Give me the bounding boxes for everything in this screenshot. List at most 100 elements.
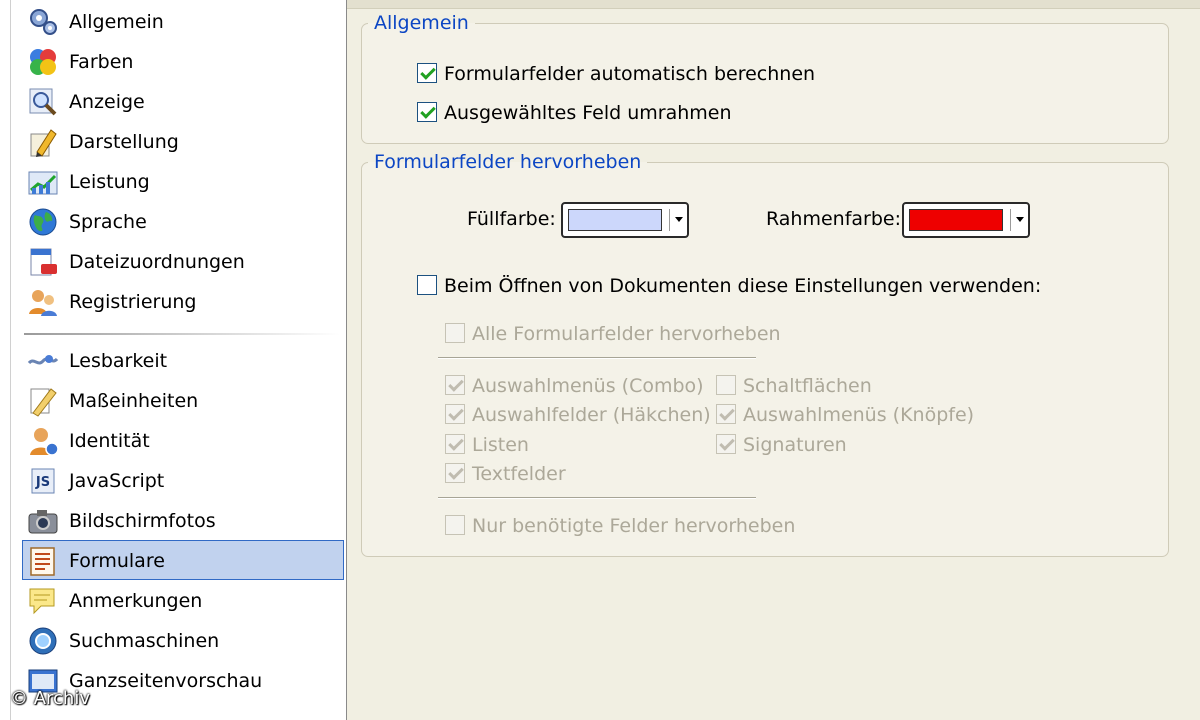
signatures-label: Signaturen <box>743 434 847 456</box>
use-on-open-checkbox[interactable] <box>417 274 437 295</box>
sidebar-item-bildschirmfotos[interactable]: Bildschirmfotos <box>22 500 344 540</box>
radios-label: Auswahlmenüs (Knöpfe) <box>743 404 975 426</box>
sidebar-item-suchmaschinen[interactable]: Suchmaschinen <box>22 620 344 660</box>
buttons-checkbox[interactable] <box>716 374 736 395</box>
signatures-option[interactable]: Signaturen <box>716 431 847 459</box>
sidebar-edge <box>0 0 11 720</box>
sidebar-item-masseinheiten[interactable]: Maßeinheiten <box>22 380 344 420</box>
border-color-swatch <box>909 209 1003 231</box>
sidebar-item-label: Bildschirmfotos <box>69 510 216 532</box>
javascript-icon: JS <box>27 465 59 497</box>
color-balls-icon <box>27 46 59 78</box>
sidebar-divider <box>24 333 340 335</box>
lists-option[interactable]: Listen <box>445 431 529 459</box>
category-list-secondary: Lesbarkeit Maßeinheiten Identität JS Jav… <box>22 340 344 700</box>
lists-label: Listen <box>472 434 529 456</box>
sidebar-item-lesbarkeit[interactable]: Lesbarkeit <box>22 340 344 380</box>
required-only-checkbox[interactable] <box>445 514 465 535</box>
all-fields-checkbox[interactable] <box>445 322 465 343</box>
required-only-option[interactable]: Nur benötigte Felder hervorheben <box>445 512 795 540</box>
sidebar-item-label: Formulare <box>69 550 165 572</box>
textfields-label: Textfelder <box>472 463 566 485</box>
buttons-option[interactable]: Schaltflächen <box>716 372 872 400</box>
sidebar-item-label: Dateizuordnungen <box>69 251 245 273</box>
sidebar-item-label: Suchmaschinen <box>69 630 220 652</box>
camera-icon <box>27 505 59 537</box>
magnifier-icon <box>27 86 59 118</box>
performance-chart-icon <box>27 166 59 198</box>
textfields-checkbox[interactable] <box>445 462 465 483</box>
checkboxes-checkbox[interactable] <box>445 403 465 424</box>
sidebar-item-farben[interactable]: Farben <box>22 41 344 81</box>
sidebar-item-label: Identität <box>69 430 150 452</box>
globe-icon <box>27 206 59 238</box>
lists-checkbox[interactable] <box>445 433 465 454</box>
categories-sidebar: Allgemein Farben Anzeige Darstellung Lei… <box>0 0 347 720</box>
panel-top-border <box>347 0 1200 9</box>
fill-color-dropdown[interactable] <box>561 202 689 238</box>
combo-option[interactable]: Auswahlmenüs (Combo) <box>445 372 704 400</box>
sidebar-item-label: Farben <box>69 51 134 73</box>
sidebar-item-label: Allgemein <box>69 11 164 33</box>
sidebar-item-label: Anzeige <box>69 91 145 113</box>
sidebar-item-identitaet[interactable]: Identität <box>22 420 344 460</box>
fill-color-swatch <box>568 209 662 231</box>
checkboxes-option[interactable]: Auswahlfelder (Häkchen) <box>445 401 711 429</box>
sidebar-item-label: Ganzseitenvorschau <box>69 670 263 692</box>
use-on-open-option[interactable]: Beim Öffnen von Dokumenten diese Einstel… <box>417 272 1041 300</box>
frame-field-label: Ausgewähltes Feld umrahmen <box>444 102 732 124</box>
settings-panel: Allgemein Formularfelder automatisch ber… <box>347 0 1200 720</box>
category-list-main: Allgemein Farben Anzeige Darstellung Lei… <box>22 1 344 321</box>
sidebar-item-label: Maßeinheiten <box>69 390 199 412</box>
checkboxes-label: Auswahlfelder (Häkchen) <box>472 404 711 426</box>
sidebar-item-label: Sprache <box>69 211 147 233</box>
search-engine-icon <box>27 625 59 657</box>
sidebar-item-allgemein[interactable]: Allgemein <box>22 1 344 41</box>
sidebar-item-label: Anmerkungen <box>69 590 203 612</box>
required-only-label: Nur benötigte Felder hervorheben <box>472 515 796 537</box>
auto-calculate-checkbox[interactable] <box>417 62 437 83</box>
sidebar-item-anzeige[interactable]: Anzeige <box>22 81 344 121</box>
radios-option[interactable]: Auswahlmenüs (Knöpfe) <box>716 401 974 429</box>
users-icon <box>27 286 59 318</box>
sidebar-item-anmerkungen[interactable]: Anmerkungen <box>22 580 344 620</box>
sidebar-item-label: Leistung <box>69 171 150 193</box>
all-fields-label: Alle Formularfelder hervorheben <box>472 323 781 345</box>
sidebar-item-label: Darstellung <box>69 131 179 153</box>
sidebar-item-sprache[interactable]: Sprache <box>22 201 344 241</box>
all-fields-option[interactable]: Alle Formularfelder hervorheben <box>445 320 781 348</box>
border-color-dropdown[interactable] <box>902 202 1030 238</box>
sidebar-item-label: Lesbarkeit <box>69 350 168 372</box>
textfields-option[interactable]: Textfelder <box>445 460 566 488</box>
gears-icon <box>27 6 59 38</box>
sidebar-item-darstellung[interactable]: Darstellung <box>22 121 344 161</box>
sidebar-item-formulare[interactable]: Formulare <box>22 540 344 580</box>
frame-field-checkbox[interactable] <box>417 101 437 122</box>
sidebar-item-registrierung[interactable]: Registrierung <box>22 281 344 321</box>
note-icon <box>27 585 59 617</box>
form-icon <box>27 545 59 577</box>
separator-line <box>438 497 756 499</box>
border-color-label: Rahmenfarbe: <box>766 208 902 230</box>
ruler-icon <box>27 385 59 417</box>
combo-label: Auswahlmenüs (Combo) <box>472 375 704 397</box>
combo-checkbox[interactable] <box>445 374 465 395</box>
sidebar-item-javascript[interactable]: JS JavaScript <box>22 460 344 500</box>
frame-field-option[interactable]: Ausgewähltes Feld umrahmen <box>417 99 732 127</box>
chevron-down-icon <box>1016 217 1024 222</box>
copyright-watermark: © Archiv <box>10 688 90 709</box>
svg-text:JS: JS <box>35 475 50 490</box>
sidebar-item-label: JavaScript <box>69 470 165 492</box>
radios-checkbox[interactable] <box>716 403 736 424</box>
highlight-group-legend: Formularfelder hervorheben <box>374 151 642 173</box>
auto-calculate-option[interactable]: Formularfelder automatisch berechnen <box>417 60 815 88</box>
buttons-label: Schaltflächen <box>743 375 872 397</box>
general-group-legend: Allgemein <box>374 12 469 34</box>
auto-calculate-label: Formularfelder automatisch berechnen <box>444 63 816 85</box>
sidebar-item-dateizuordnungen[interactable]: Dateizuordnungen <box>22 241 344 281</box>
use-on-open-label: Beim Öffnen von Dokumenten diese Einstel… <box>444 275 1042 297</box>
sidebar-item-leistung[interactable]: Leistung <box>22 161 344 201</box>
separator-line <box>438 357 756 359</box>
signatures-checkbox[interactable] <box>716 433 736 454</box>
sidebar-item-label: Registrierung <box>69 291 197 313</box>
